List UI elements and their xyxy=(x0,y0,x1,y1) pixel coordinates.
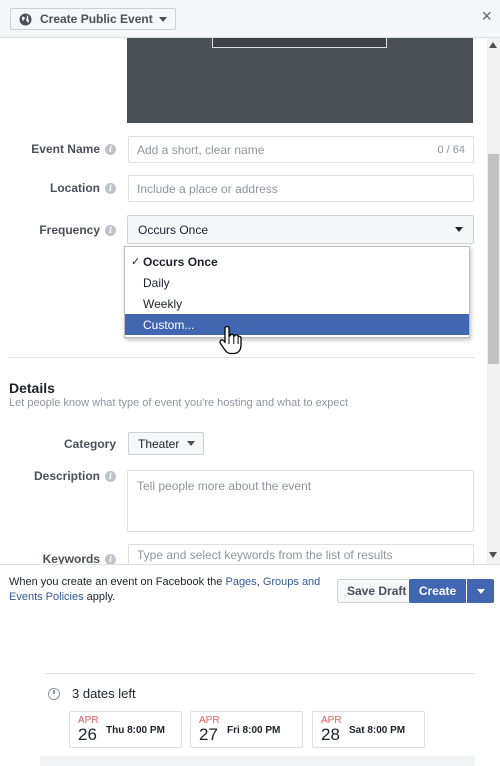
location-field[interactable]: Include a place or address xyxy=(128,175,474,202)
frequency-label-text: Frequency xyxy=(39,223,100,237)
date-day: 27 xyxy=(199,725,218,744)
create-event-dialog: Create Public Event × Event Name i Add a… xyxy=(0,0,500,610)
info-icon[interactable]: i xyxy=(105,553,116,565)
date-day: 28 xyxy=(321,725,340,744)
event-name-counter: 0 / 64 xyxy=(437,143,465,156)
category-value: Theater xyxy=(138,436,180,451)
chevron-down-icon xyxy=(476,588,485,594)
frequency-label: Frequency i xyxy=(39,223,116,237)
dialog-scrollbar[interactable] xyxy=(487,38,500,564)
menu-item-custom[interactable]: Custom... xyxy=(125,314,469,335)
date-time: Fri 8:00 PM xyxy=(227,725,281,736)
upcoming-dates-panel: 3 dates left APR 26 Thu 8:00 PM APR 27 F… xyxy=(40,673,475,766)
dialog-header: Create Public Event × xyxy=(0,0,500,38)
event-name-label: Event Name i xyxy=(31,142,116,156)
frequency-dropdown-menu: ✓ Occurs Once Daily Weekly Custom... xyxy=(124,246,470,338)
date-day: 26 xyxy=(78,725,97,744)
cover-photo-area[interactable] xyxy=(127,38,473,123)
cover-upload-box[interactable] xyxy=(212,38,387,48)
date-time: Sat 8:00 PM xyxy=(349,725,406,736)
create-button[interactable]: Create xyxy=(409,579,466,603)
date-time: Thu 8:00 PM xyxy=(106,725,165,736)
dates-heading-text: 3 dates left xyxy=(72,686,136,701)
menu-item-label: Occurs Once xyxy=(143,254,218,269)
policy-text-prefix: When you create an event on Facebook the xyxy=(9,576,226,588)
info-icon[interactable]: i xyxy=(105,224,116,236)
location-placeholder: Include a place or address xyxy=(137,181,278,196)
menu-item-label: Daily xyxy=(143,275,170,290)
description-label-text: Description xyxy=(33,469,100,483)
check-icon: ✓ xyxy=(131,256,141,268)
chevron-down-icon xyxy=(187,441,196,446)
dates-footer-bar xyxy=(40,756,475,766)
info-icon[interactable]: i xyxy=(105,470,116,482)
close-icon[interactable]: × xyxy=(481,6,492,26)
scroll-up-icon[interactable] xyxy=(489,42,497,48)
frequency-selected: Occurs Once xyxy=(138,222,209,237)
event-type-label: Create Public Event xyxy=(40,12,153,26)
create-options-button[interactable] xyxy=(467,579,494,603)
event-name-field[interactable]: Add a short, clear name 0 / 64 xyxy=(128,136,474,163)
description-label: Description i xyxy=(34,469,116,483)
date-card[interactable]: APR 26 Thu 8:00 PM xyxy=(69,711,182,748)
pages-policy-link[interactable]: Pages xyxy=(225,576,256,588)
dialog-footer: When you create an event on Facebook the… xyxy=(0,564,500,610)
chevron-down-icon xyxy=(455,227,463,232)
date-card[interactable]: APR 27 Fri 8:00 PM xyxy=(190,711,303,748)
save-draft-button[interactable]: Save Draft xyxy=(337,579,417,603)
details-heading: Details xyxy=(9,380,55,396)
category-dropdown[interactable]: Theater xyxy=(128,432,205,455)
description-placeholder: Tell people more about the event xyxy=(137,479,312,493)
frequency-select[interactable]: Occurs Once xyxy=(127,215,474,244)
details-subtitle: Let people know what type of event you'r… xyxy=(9,397,349,409)
location-label: Location i xyxy=(50,181,116,195)
section-divider xyxy=(8,357,474,358)
scrollbar-thumb[interactable] xyxy=(488,154,499,364)
menu-item-occurs-once[interactable]: ✓ Occurs Once xyxy=(125,251,469,272)
description-textarea[interactable]: Tell people more about the event xyxy=(127,470,474,532)
keywords-placeholder: Type and select keywords from the list o… xyxy=(137,547,393,562)
category-label: Category xyxy=(64,437,116,451)
menu-item-label: Weekly xyxy=(143,296,183,311)
policy-text-suffix: apply. xyxy=(83,591,116,603)
hand-pointer-icon xyxy=(219,325,242,355)
policy-notice: When you create an event on Facebook the… xyxy=(9,575,329,605)
dates-divider xyxy=(45,673,475,674)
menu-item-daily[interactable]: Daily xyxy=(125,272,469,293)
event-type-dropdown[interactable]: Create Public Event xyxy=(10,8,176,30)
info-icon[interactable]: i xyxy=(105,143,116,155)
dates-heading: 3 dates left xyxy=(48,686,136,701)
globe-icon xyxy=(19,13,32,26)
location-label-text: Location xyxy=(50,181,100,195)
clock-icon xyxy=(48,687,60,700)
scroll-down-icon[interactable] xyxy=(489,552,497,558)
category-label-text: Category xyxy=(63,437,116,451)
date-card[interactable]: APR 28 Sat 8:00 PM xyxy=(312,711,425,748)
menu-item-label: Custom... xyxy=(143,317,195,332)
menu-item-weekly[interactable]: Weekly xyxy=(125,293,469,314)
chevron-down-icon xyxy=(158,16,167,22)
event-name-label-text: Event Name xyxy=(31,142,100,156)
event-name-placeholder: Add a short, clear name xyxy=(137,142,265,157)
keywords-field[interactable]: Type and select keywords from the list o… xyxy=(128,544,474,564)
info-icon[interactable]: i xyxy=(105,182,116,194)
